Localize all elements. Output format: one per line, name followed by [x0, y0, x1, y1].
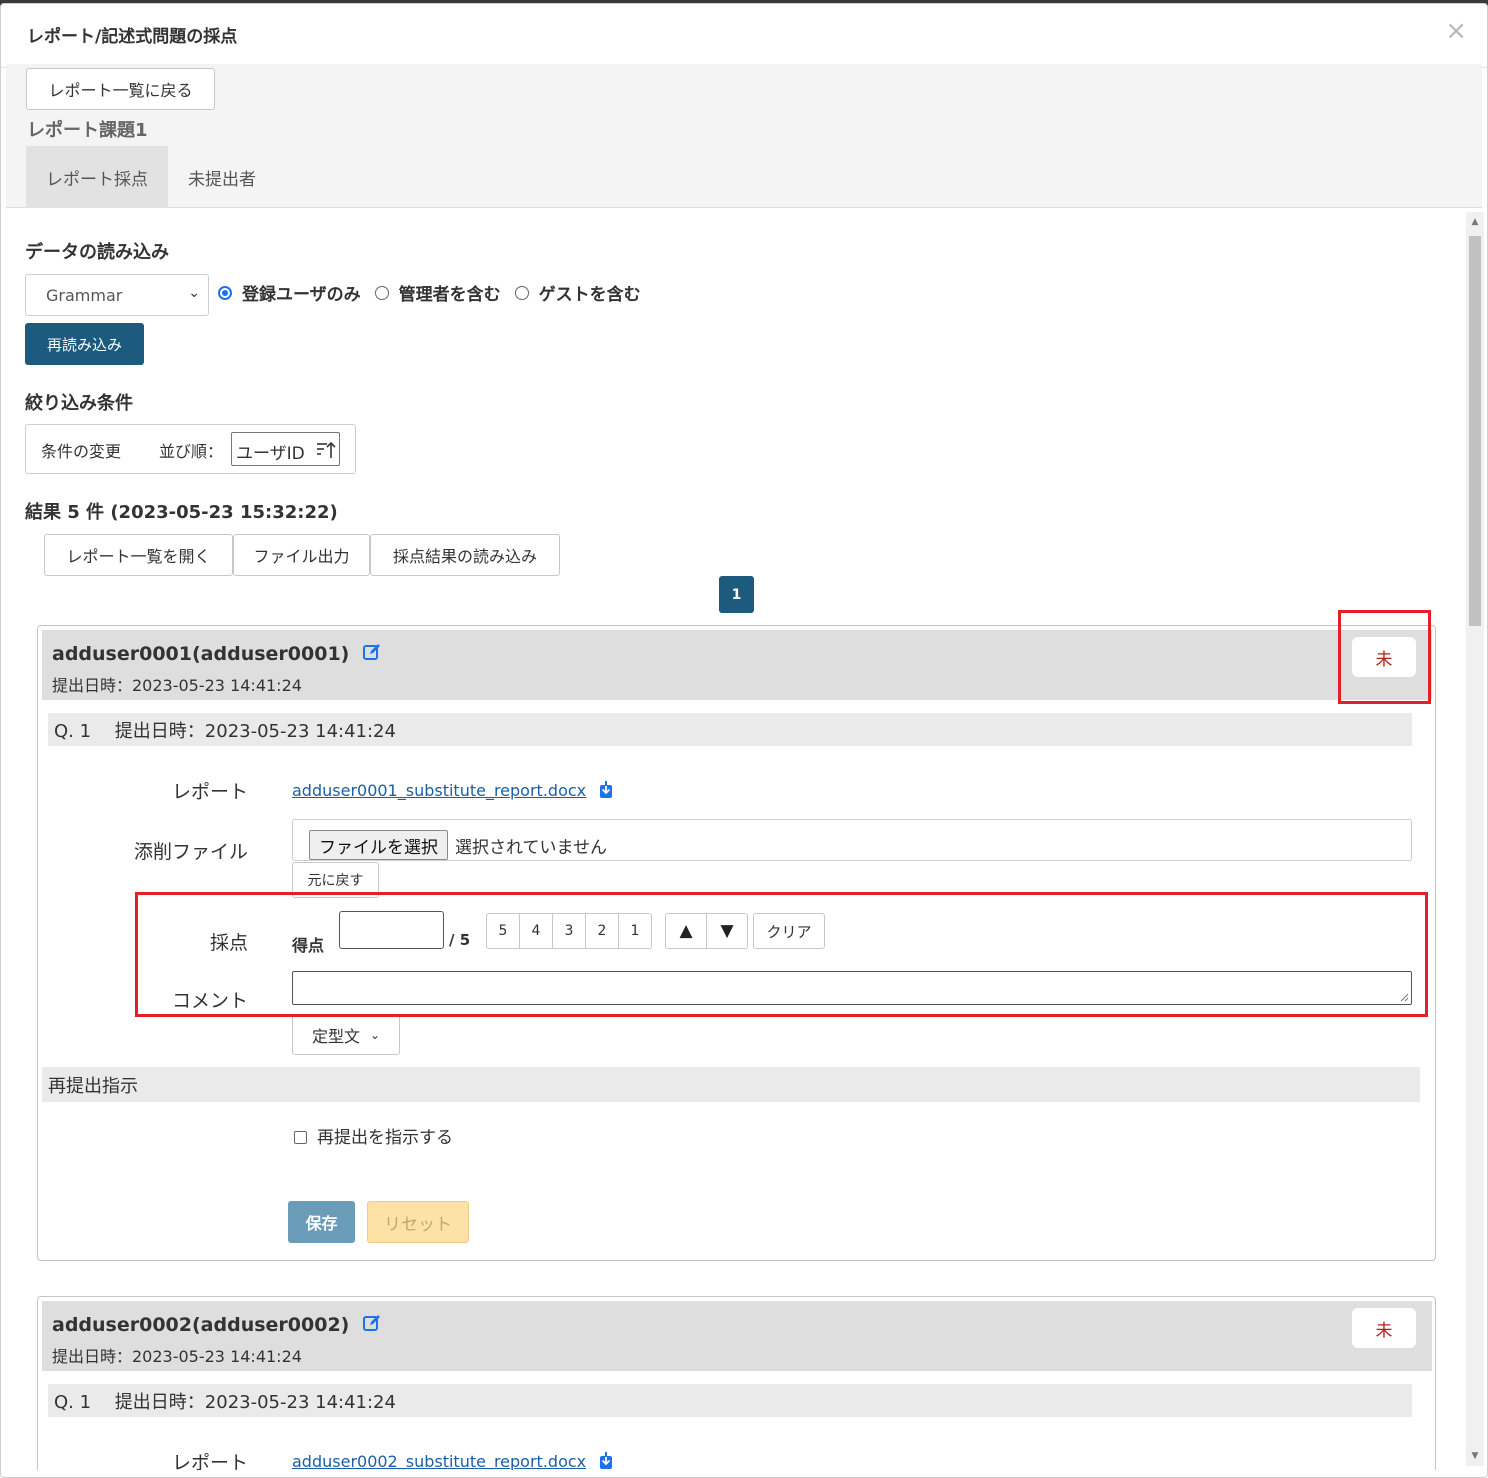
- reload-button[interactable]: 再読み込み: [25, 323, 144, 365]
- radio-include-admin-label[interactable]: 管理者を含む: [399, 280, 501, 305]
- sort-order-select[interactable]: ユーザID: [231, 432, 340, 466]
- data-load-heading: データの読み込み: [25, 242, 169, 263]
- radio-include-guest-label[interactable]: ゲストを含む: [539, 280, 641, 305]
- choose-file-button[interactable]: ファイルを選択: [309, 830, 448, 860]
- report-file-link[interactable]: adduser0001_substitute_report.docx: [292, 781, 586, 800]
- modal-body: データの読み込み Grammar ⌄ 登録ユーザのみ 管理者を含む ゲストを含む…: [6, 212, 1466, 1470]
- modal-title: レポート/記述式問題の採点: [27, 27, 238, 47]
- radio-registered-only[interactable]: [218, 285, 232, 300]
- report-file-row: adduser0001_substitute_report.docx: [292, 781, 613, 800]
- sort-ascending-icon: [317, 441, 336, 458]
- report-label: レポート: [171, 1452, 248, 1470]
- chevron-down-icon: ⌄: [188, 285, 200, 301]
- submission-user-name: adduser0001(adduser0001): [52, 643, 350, 665]
- edit-icon[interactable]: [362, 1313, 382, 1333]
- question-header: Q. 1 提出日時：2023-05-23 14:41:24: [48, 1384, 1412, 1417]
- chevron-down-icon: ⌄: [369, 1028, 381, 1042]
- scrollbar[interactable]: ▲ ▼: [1466, 212, 1484, 1466]
- scroll-thumb[interactable]: [1469, 236, 1481, 626]
- resubmit-section-header: 再提出指示: [42, 1067, 1420, 1102]
- scroll-up-icon[interactable]: ▲: [1466, 214, 1484, 230]
- template-text-dropdown[interactable]: 定型文 ⌄: [292, 1015, 400, 1055]
- report-header-area: レポート一覧に戻る レポート課題1 レポート採点 未提出者: [6, 64, 1482, 208]
- status-highlight-box: [1338, 610, 1431, 704]
- attachment-file-input[interactable]: ファイルを選択 選択されていません: [292, 819, 1412, 861]
- edit-icon[interactable]: [362, 642, 382, 662]
- radio-include-guest[interactable]: [514, 285, 529, 300]
- open-report-list-button[interactable]: レポート一覧を開く: [44, 534, 233, 576]
- no-file-selected-text: 選択されていません: [455, 838, 607, 858]
- tab-not-submitted[interactable]: 未提出者: [168, 146, 276, 208]
- export-file-button[interactable]: ファイル出力: [233, 534, 370, 576]
- change-conditions-link[interactable]: 条件の変更: [41, 438, 121, 462]
- attachment-label: 添削ファイル: [133, 841, 248, 863]
- report-file-row: adduser0002_substitute_report.docx: [292, 1452, 613, 1470]
- radio-registered-only-label[interactable]: 登録ユーザのみ: [242, 280, 361, 305]
- submission-card-header: adduser0002(adduser0002) 提出日時：2023-05-23…: [42, 1301, 1432, 1371]
- resubmit-option[interactable]: 再提出を指示する: [294, 1123, 453, 1148]
- results-summary: 結果 5 件 (2023-05-23 15:32:22): [25, 502, 338, 523]
- download-icon[interactable]: [599, 1452, 613, 1470]
- resubmit-checkbox[interactable]: [294, 1131, 307, 1144]
- filter-box: 条件の変更 並び順： ユーザID: [25, 424, 356, 474]
- submission-user: adduser0002(adduser0002): [52, 1313, 382, 1336]
- import-grades-button[interactable]: 採点結果の読み込み: [370, 534, 560, 576]
- report-file-link[interactable]: adduser0002_substitute_report.docx: [292, 1452, 586, 1470]
- close-icon[interactable]: ×: [1445, 18, 1467, 44]
- report-subject-title: レポート課題1: [27, 120, 148, 141]
- report-label: レポート: [171, 781, 248, 803]
- modal-header: レポート/記述式問題の採点 ×: [1, 4, 1487, 68]
- save-button[interactable]: 保存: [288, 1201, 355, 1243]
- back-to-report-list-button[interactable]: レポート一覧に戻る: [26, 68, 215, 110]
- template-text-label: 定型文: [311, 1027, 360, 1046]
- question-header: Q. 1 提出日時：2023-05-23 14:41:24: [48, 713, 1412, 746]
- radio-include-admin[interactable]: [374, 285, 389, 300]
- resubmit-checkbox-label[interactable]: 再提出を指示する: [317, 1128, 453, 1148]
- submission-user-name: adduser0002(adduser0002): [52, 1314, 350, 1336]
- pagination-page-1[interactable]: 1: [719, 576, 754, 613]
- submission-date: 提出日時：2023-05-23 14:41:24: [52, 676, 302, 695]
- user-scope-radio-group: 登録ユーザのみ 管理者を含む ゲストを含む: [218, 280, 655, 305]
- grading-status-badge[interactable]: 未: [1352, 1308, 1416, 1348]
- submission-card-header: adduser0001(adduser0001) 提出日時：2023-05-23…: [42, 630, 1432, 700]
- download-icon[interactable]: [599, 781, 613, 799]
- grading-highlight-box: [135, 892, 1428, 1017]
- class-select-value: Grammar: [46, 285, 123, 305]
- submission-card: adduser0002(adduser0002) 提出日時：2023-05-23…: [37, 1296, 1436, 1470]
- filter-heading: 絞り込み条件: [25, 393, 133, 414]
- scroll-down-icon[interactable]: ▼: [1466, 1448, 1484, 1464]
- tab-report-grading[interactable]: レポート採点: [26, 146, 168, 208]
- class-select[interactable]: Grammar ⌄: [25, 274, 209, 316]
- sort-order-label: 並び順：: [159, 442, 224, 461]
- reset-button[interactable]: リセット: [367, 1201, 469, 1243]
- sort-order-value: ユーザID: [236, 444, 305, 464]
- submission-user: adduser0001(adduser0001): [52, 642, 382, 665]
- submission-date: 提出日時：2023-05-23 14:41:24: [52, 1347, 302, 1366]
